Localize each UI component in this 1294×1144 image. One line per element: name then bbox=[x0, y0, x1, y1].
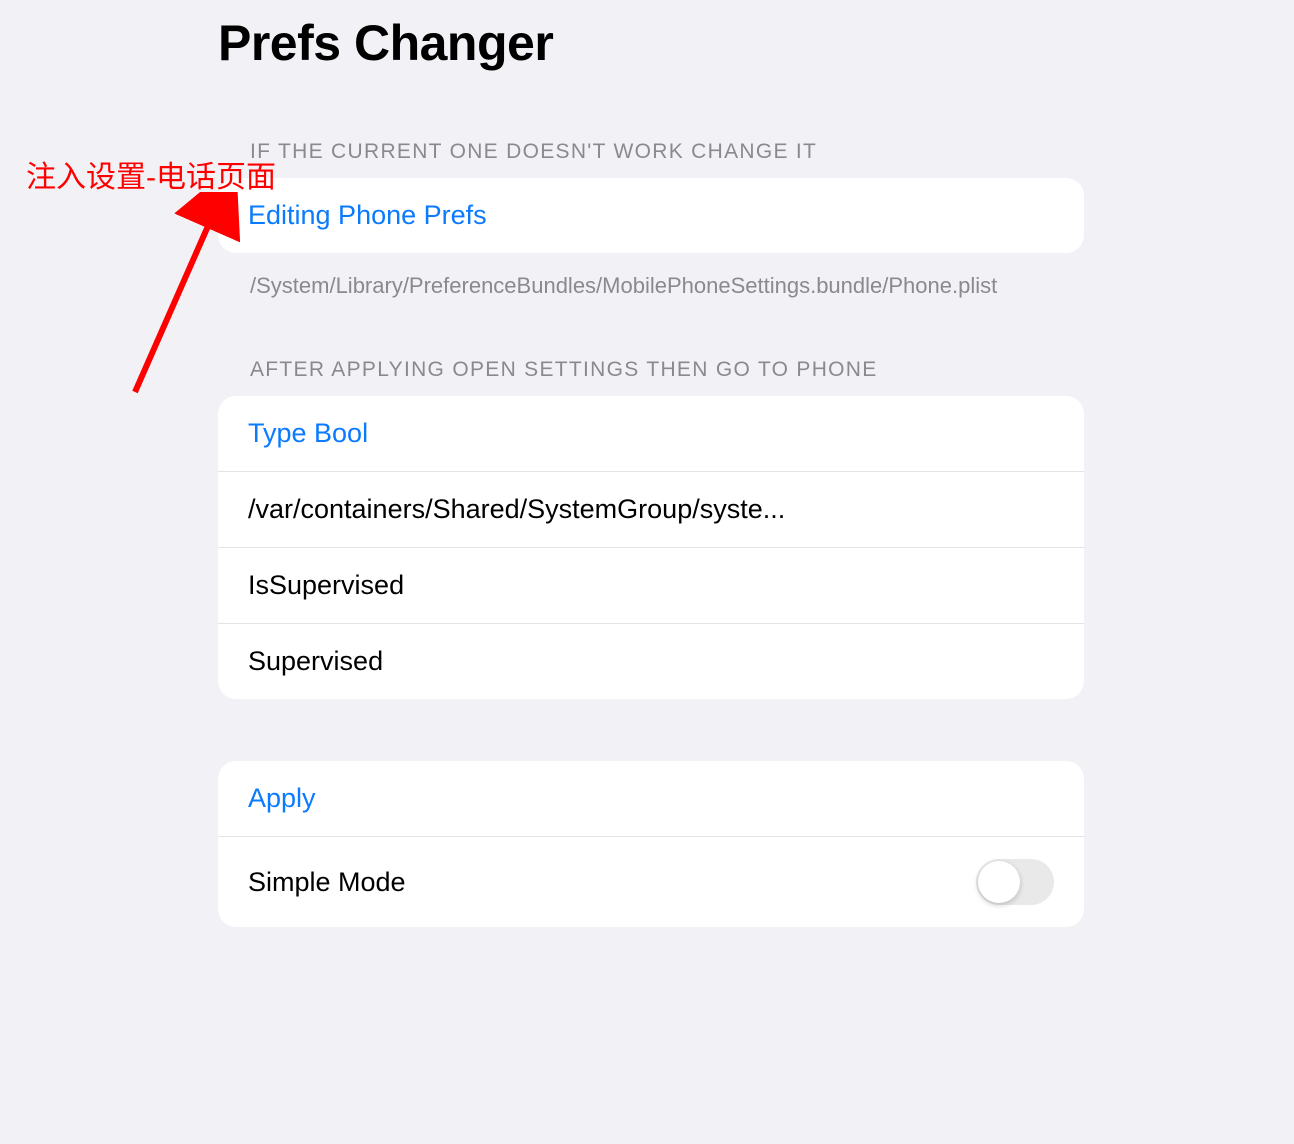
is-supervised-field[interactable]: IsSupervised bbox=[218, 548, 1084, 624]
toggle-knob bbox=[978, 861, 1020, 903]
annotation-text: 注入设置-电话页面 bbox=[26, 152, 276, 196]
arrow-icon bbox=[100, 192, 240, 412]
type-bool-button[interactable]: Type Bool bbox=[218, 396, 1084, 472]
simple-mode-toggle[interactable] bbox=[976, 859, 1054, 905]
supervised-label: Supervised bbox=[248, 646, 383, 677]
card-type-settings: Type Bool /var/containers/Shared/SystemG… bbox=[218, 396, 1084, 699]
card-editing-phone-prefs: Editing Phone Prefs bbox=[218, 178, 1084, 253]
card-apply: Apply Simple Mode bbox=[218, 761, 1084, 927]
supervised-field[interactable]: Supervised bbox=[218, 624, 1084, 699]
simple-mode-row: Simple Mode bbox=[218, 837, 1084, 927]
page-title: Prefs Changer bbox=[0, 0, 1294, 72]
editing-phone-prefs-label: Editing Phone Prefs bbox=[248, 200, 487, 231]
editing-phone-prefs-button[interactable]: Editing Phone Prefs bbox=[218, 178, 1084, 253]
simple-mode-label: Simple Mode bbox=[248, 867, 406, 898]
apply-button[interactable]: Apply bbox=[218, 761, 1084, 837]
apply-label: Apply bbox=[248, 783, 316, 814]
path-value: /var/containers/Shared/SystemGroup/syste… bbox=[248, 494, 785, 525]
type-bool-label: Type Bool bbox=[248, 418, 368, 449]
path-field[interactable]: /var/containers/Shared/SystemGroup/syste… bbox=[218, 472, 1084, 548]
is-supervised-label: IsSupervised bbox=[248, 570, 404, 601]
